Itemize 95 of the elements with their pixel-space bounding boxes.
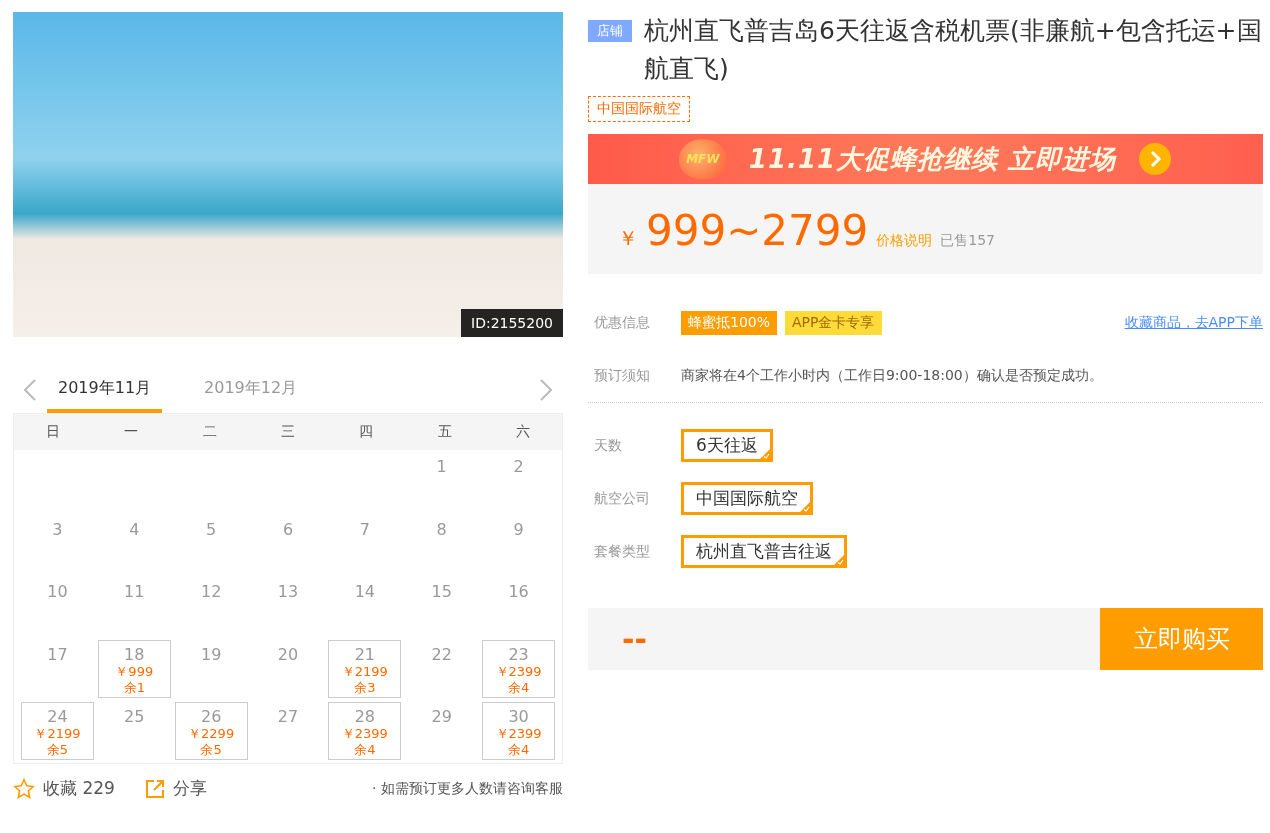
product-id-label: ID:2155200 bbox=[461, 309, 563, 337]
buy-now-button[interactable]: 立即购买 bbox=[1100, 608, 1263, 670]
promo-tag: 蜂蜜抵100% bbox=[681, 311, 778, 335]
weekday-label: 五 bbox=[436, 423, 453, 441]
option-choice[interactable]: 中国国际航空 bbox=[681, 482, 813, 515]
seats-left: 余5 bbox=[200, 742, 222, 758]
product-title: 杭州直飞普吉岛6天往返含税机票(非廉航+包含托运+国航直飞) bbox=[644, 15, 1263, 85]
seats-left: 余4 bbox=[507, 679, 530, 696]
seats-left: 余4 bbox=[507, 742, 530, 758]
weekday-label: 三 bbox=[280, 423, 296, 441]
weekday-label: 一 bbox=[123, 423, 140, 441]
priced-date-cell[interactable]: 24 ￥2199 余5 bbox=[21, 702, 94, 760]
weekday-label: 四 bbox=[358, 423, 375, 441]
weekday-label: 二 bbox=[201, 423, 218, 441]
price-note-link[interactable]: 价格说明 bbox=[876, 232, 933, 250]
share-link[interactable]: 分享 bbox=[144, 777, 207, 800]
share-icon bbox=[144, 778, 165, 799]
day-number: 10 bbox=[47, 582, 68, 601]
day-price: ￥2399 bbox=[495, 726, 542, 742]
airline-tag: 中国国际航空 bbox=[588, 96, 690, 122]
day-number: 18 bbox=[124, 644, 145, 664]
day-number: 21 bbox=[354, 644, 376, 664]
check-corner-icon bbox=[758, 448, 771, 460]
day-number: 4 bbox=[129, 519, 140, 539]
option-label: 航空公司 bbox=[594, 489, 651, 508]
day-number: 14 bbox=[354, 582, 376, 601]
day-price: ￥999 bbox=[115, 663, 154, 680]
day-number: 22 bbox=[431, 644, 452, 664]
day-number: 20 bbox=[277, 644, 299, 664]
price-range: 999~2799 bbox=[646, 206, 869, 255]
star-icon bbox=[13, 777, 35, 800]
priced-date-cell[interactable]: 28 ￥2399 余4 bbox=[328, 702, 402, 760]
chevron-left-icon bbox=[24, 379, 36, 401]
day-number: 15 bbox=[431, 582, 452, 601]
day-number: 24 bbox=[47, 707, 68, 726]
currency-sign: ￥ bbox=[618, 225, 638, 252]
option-label: 套餐类型 bbox=[594, 542, 651, 561]
day-number: 8 bbox=[436, 519, 447, 539]
promo-banner[interactable]: MFW 11.11大促蜂抢继续 立即进场 bbox=[588, 134, 1263, 184]
day-price: ￥2199 bbox=[341, 663, 388, 680]
month-tab[interactable]: 2019年12月 bbox=[193, 367, 309, 413]
day-price: ￥2199 bbox=[34, 726, 81, 742]
notice-text: 商家将在4个工作小时内（工作日9:00-18:00）确认是否预定成功。 bbox=[681, 367, 1103, 385]
favorite-link[interactable]: 收藏 229 bbox=[13, 777, 115, 800]
group-booking-note: · 如需预订更多人数请咨询客服 bbox=[372, 779, 563, 798]
seats-left: 余5 bbox=[46, 742, 69, 758]
day-number: 2 bbox=[513, 457, 524, 476]
balloon-logo: MFW bbox=[678, 139, 727, 179]
priced-date-cell[interactable]: 18 ￥999 余1 bbox=[97, 639, 171, 698]
day-price: ￥2399 bbox=[495, 663, 542, 680]
day-number: 19 bbox=[200, 644, 222, 664]
day-number: 1 bbox=[436, 457, 447, 476]
banner-text: 11.11大促蜂抢继续 立即进场 bbox=[748, 142, 1117, 176]
chevron-right-icon bbox=[540, 379, 552, 401]
day-number: 6 bbox=[282, 519, 294, 539]
store-badge: 店铺 bbox=[588, 20, 632, 42]
day-number: 9 bbox=[513, 519, 524, 539]
arrow-circle-icon bbox=[1138, 142, 1173, 176]
day-number: 23 bbox=[508, 644, 529, 664]
option-choice[interactable]: 6天往返 bbox=[681, 429, 773, 462]
day-number: 12 bbox=[200, 582, 222, 601]
priced-date-cell[interactable]: 26 ￥2299 余5 bbox=[174, 702, 248, 760]
day-number: 3 bbox=[52, 519, 63, 539]
check-corner-icon bbox=[799, 501, 811, 513]
notice-label: 预订须知 bbox=[594, 367, 651, 385]
day-number: 11 bbox=[124, 582, 145, 601]
day-number: 28 bbox=[354, 707, 376, 726]
day-number: 27 bbox=[277, 707, 299, 726]
promo-tag: APP金卡专享 bbox=[785, 311, 882, 335]
option-label: 天数 bbox=[594, 436, 623, 455]
promo-label: 优惠信息 bbox=[594, 314, 651, 332]
sold-count: 已售157 bbox=[940, 232, 995, 250]
weekday-label: 六 bbox=[514, 423, 531, 441]
priced-date-cell[interactable]: 23 ￥2399 余4 bbox=[482, 639, 555, 698]
day-number: 7 bbox=[359, 519, 370, 539]
day-number: 17 bbox=[47, 644, 68, 664]
app-order-link[interactable]: 收藏商品，去APP下单 bbox=[1124, 314, 1263, 332]
day-number: 5 bbox=[206, 519, 217, 539]
day-number: 29 bbox=[431, 707, 452, 726]
day-number: 13 bbox=[277, 582, 299, 601]
day-number: 30 bbox=[508, 707, 529, 726]
seats-left: 余4 bbox=[354, 742, 376, 758]
seats-left: 余1 bbox=[123, 679, 145, 696]
priced-date-cell[interactable]: 21 ￥2199 余3 bbox=[328, 639, 402, 698]
seats-left: 余3 bbox=[354, 679, 376, 696]
priced-date-cell[interactable]: 30 ￥2399 余4 bbox=[482, 702, 555, 760]
weekday-label: 日 bbox=[45, 423, 62, 441]
day-price: ￥2399 bbox=[341, 726, 388, 742]
check-corner-icon bbox=[833, 554, 845, 566]
day-number: 26 bbox=[200, 707, 222, 726]
day-number: 25 bbox=[124, 707, 145, 726]
day-number: 16 bbox=[508, 582, 529, 601]
day-price: ￥2299 bbox=[188, 726, 235, 742]
option-choice[interactable]: 杭州直飞普吉往返 bbox=[681, 535, 847, 568]
total-price: -- bbox=[622, 621, 647, 657]
